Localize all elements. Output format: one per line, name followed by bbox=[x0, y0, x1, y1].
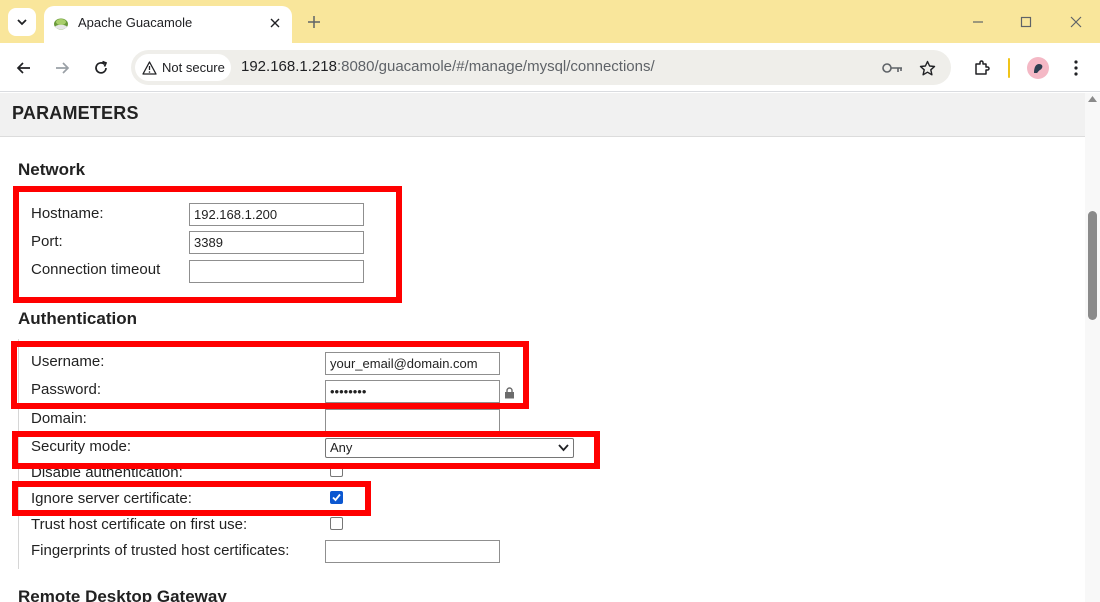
gateway-section-title: Remote Desktop Gateway bbox=[18, 587, 227, 602]
domain-field[interactable] bbox=[325, 409, 500, 432]
minimize-icon bbox=[973, 21, 983, 23]
address-bar[interactable]: Not secure 192.168.1.218:8080/guacamole/… bbox=[131, 50, 951, 85]
security-mode-label: Security mode: bbox=[31, 438, 132, 455]
parameters-header: PARAMETERS bbox=[0, 93, 1085, 137]
warning-icon bbox=[142, 60, 157, 75]
tab-search-button[interactable] bbox=[8, 8, 36, 36]
tab-search-icon bbox=[17, 19, 27, 26]
minimize-button[interactable] bbox=[964, 8, 992, 36]
authentication-group-line bbox=[18, 339, 19, 569]
domain-label: Domain: bbox=[31, 410, 87, 427]
parameters-title: PARAMETERS bbox=[12, 103, 139, 123]
profile-avatar-icon bbox=[1027, 57, 1049, 79]
network-group-line bbox=[18, 189, 19, 293]
maximize-button[interactable] bbox=[1012, 8, 1040, 36]
password-key-icon bbox=[882, 63, 902, 73]
active-tab[interactable]: Apache Guacamole bbox=[44, 6, 292, 43]
site-info-chip[interactable]: Not secure bbox=[135, 54, 231, 81]
username-label: Username: bbox=[31, 353, 105, 370]
new-tab-button[interactable] bbox=[301, 9, 327, 35]
tab-strip: Apache Guacamole bbox=[0, 0, 1100, 43]
authentication-section-title: Authentication bbox=[18, 309, 137, 328]
security-mode-value: Any bbox=[330, 440, 353, 455]
fingerprints-field[interactable] bbox=[325, 540, 500, 563]
bookmark-star-icon bbox=[919, 60, 935, 75]
security-chip-label: Not secure bbox=[162, 60, 225, 75]
profile-button[interactable] bbox=[1023, 53, 1053, 83]
extensions-button[interactable] bbox=[967, 53, 997, 83]
fingerprints-label: Fingerprints of trusted host certificate… bbox=[31, 542, 290, 559]
close-icon bbox=[270, 18, 280, 28]
hostname-label: Hostname: bbox=[31, 205, 104, 222]
back-arrow-icon bbox=[16, 62, 30, 74]
disable-authentication-checkbox[interactable] bbox=[330, 464, 343, 477]
port-field[interactable] bbox=[189, 231, 364, 254]
password-field[interactable] bbox=[325, 380, 500, 403]
port-label: Port: bbox=[31, 233, 63, 250]
network-section-title: Network bbox=[18, 160, 86, 179]
browser-menu-button[interactable] bbox=[1061, 53, 1091, 83]
plus-icon bbox=[308, 16, 320, 28]
security-mode-select[interactable]: Any bbox=[325, 438, 574, 458]
bookmark-button[interactable] bbox=[915, 56, 939, 80]
tab-close-button[interactable] bbox=[264, 12, 286, 34]
username-field[interactable] bbox=[325, 352, 500, 375]
chevron-down-icon bbox=[558, 444, 569, 452]
reload-icon bbox=[95, 60, 108, 74]
url-host: 192.168.1.218 bbox=[241, 58, 337, 75]
password-label: Password: bbox=[31, 381, 102, 398]
scroll-up-arrow-icon[interactable] bbox=[1088, 96, 1097, 102]
page-scrollbar[interactable] bbox=[1085, 93, 1100, 602]
scrollbar-thumb[interactable] bbox=[1088, 211, 1097, 320]
reload-button[interactable] bbox=[86, 53, 116, 83]
trust-host-label: Trust host certificate on first use: bbox=[31, 516, 248, 533]
ignore-certificate-checkbox[interactable] bbox=[330, 491, 343, 504]
connection-timeout-label: Connection timeout bbox=[31, 261, 161, 278]
url-path: :8080/guacamole/#/manage/mysql/connectio… bbox=[336, 58, 655, 75]
forward-arrow-icon bbox=[56, 62, 70, 74]
check-icon bbox=[332, 493, 341, 502]
lock-icon bbox=[505, 387, 514, 399]
forward-button[interactable] bbox=[47, 53, 77, 83]
window-close-button[interactable] bbox=[1062, 8, 1090, 36]
tab-title: Apache Guacamole bbox=[78, 15, 193, 30]
hostname-field[interactable] bbox=[189, 203, 364, 226]
window-close-icon bbox=[1070, 16, 1082, 28]
browser-toolbar: Not secure 192.168.1.218:8080/guacamole/… bbox=[0, 43, 1100, 92]
back-button[interactable] bbox=[9, 53, 39, 83]
maximize-icon bbox=[1020, 16, 1032, 28]
disable-authentication-label: Disable authentication: bbox=[31, 464, 183, 481]
url-text[interactable]: 192.168.1.218:8080/guacamole/#/manage/my… bbox=[241, 58, 655, 75]
page-content: PARAMETERS Network Hostname: Port: Conne… bbox=[0, 93, 1085, 602]
connection-timeout-field[interactable] bbox=[189, 260, 364, 283]
guacamole-favicon-icon bbox=[54, 18, 68, 30]
trust-host-checkbox[interactable] bbox=[330, 517, 343, 530]
ignore-certificate-label: Ignore server certificate: bbox=[31, 490, 192, 507]
password-manager-button[interactable] bbox=[881, 56, 905, 80]
kebab-menu-icon bbox=[1074, 60, 1078, 76]
toolbar-divider bbox=[1008, 58, 1010, 78]
extensions-icon bbox=[975, 60, 990, 75]
